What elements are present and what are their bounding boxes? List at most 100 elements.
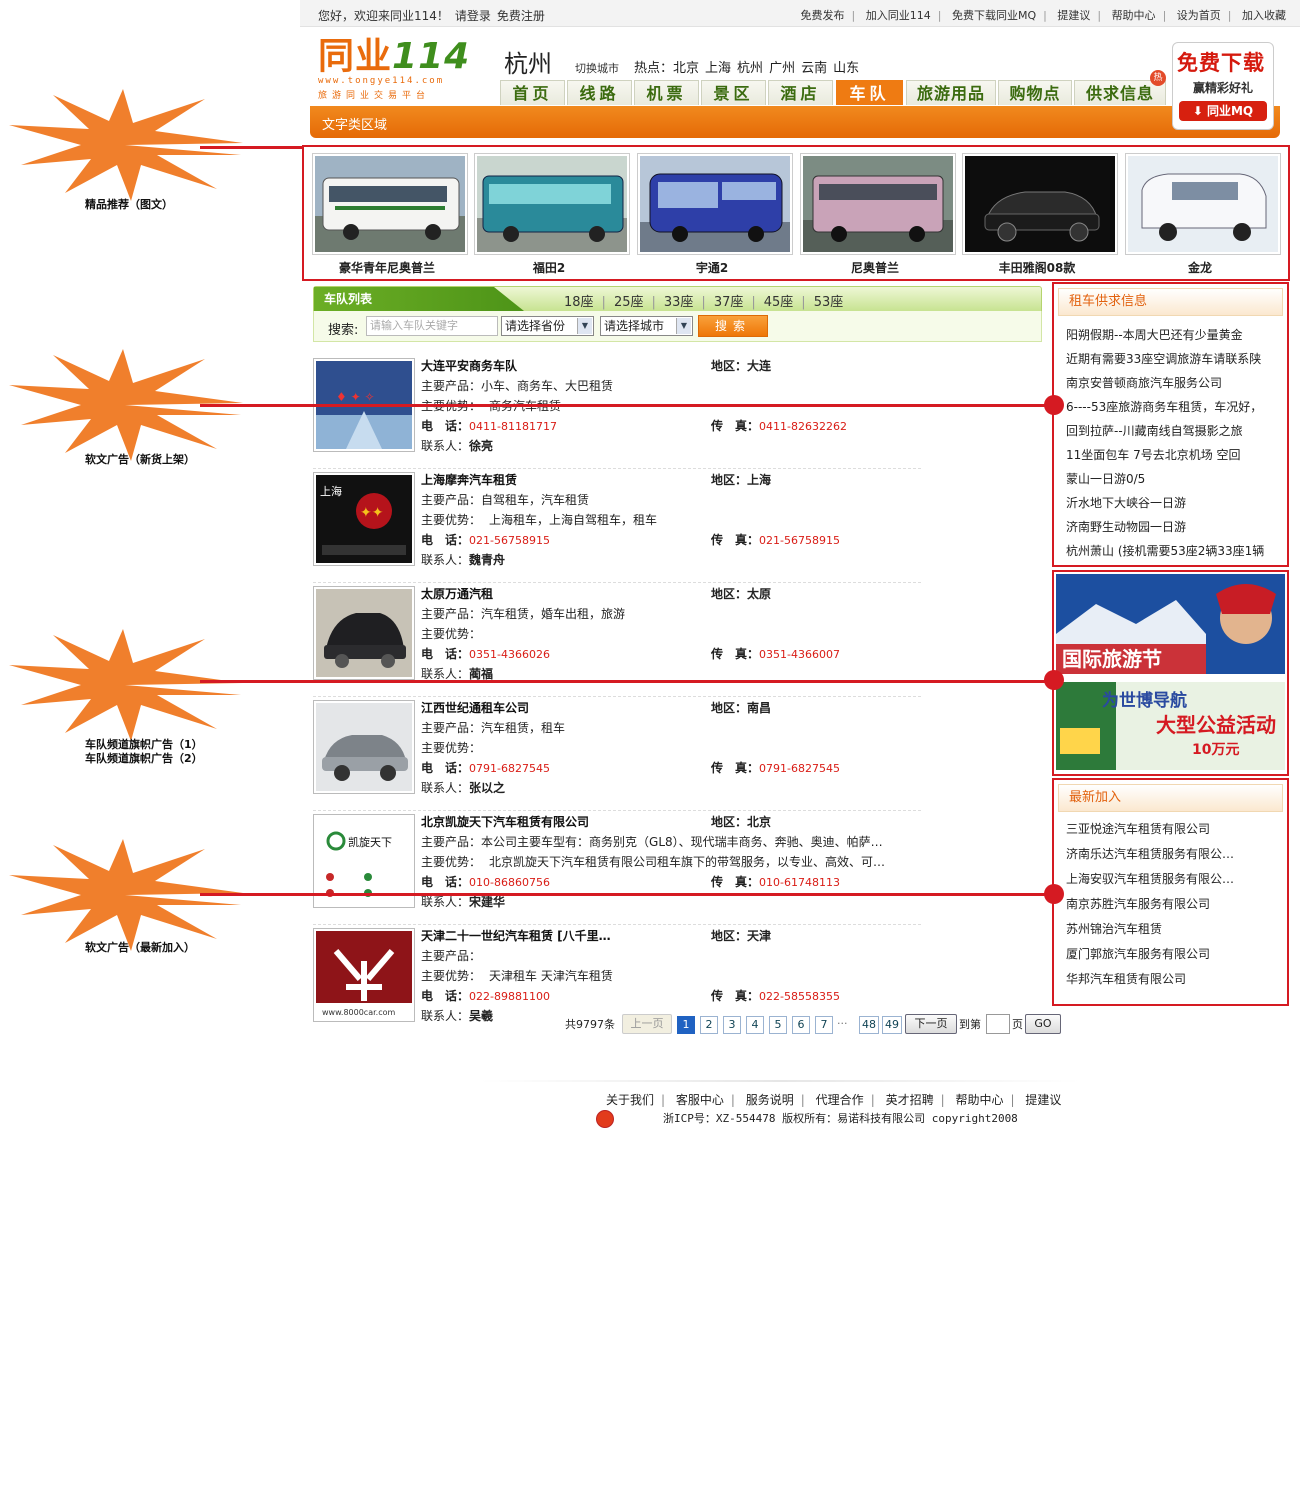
- featured-item[interactable]: [637, 153, 793, 255]
- login-link[interactable]: 请登录: [455, 9, 491, 23]
- featured-item[interactable]: [312, 153, 468, 255]
- go-button[interactable]: GO: [1025, 1014, 1061, 1034]
- supply-item[interactable]: 6----53座旅游商务车租赁，车况好，: [1066, 398, 1262, 415]
- listing-thumbnail[interactable]: [313, 700, 415, 794]
- listing-thumbnail[interactable]: 上海 ✦✦: [313, 472, 415, 566]
- top-link-download-mq[interactable]: 免费下载同业MQ: [952, 9, 1036, 22]
- top-link-suggest[interactable]: 提建议: [1057, 9, 1090, 22]
- page-2[interactable]: 2: [700, 1016, 718, 1034]
- page-7[interactable]: 7: [815, 1016, 833, 1034]
- page-49[interactable]: 49: [882, 1016, 902, 1034]
- newest-item[interactable]: 华邦汽车租赁有限公司: [1066, 970, 1186, 987]
- goto-page-input[interactable]: [986, 1014, 1010, 1034]
- nav-tab-travel-goods[interactable]: 旅游用品: [906, 80, 996, 105]
- supply-item[interactable]: 阳朔假期--本周大巴还有少量黄金: [1066, 326, 1243, 343]
- footer-link-service[interactable]: 客服中心: [676, 1093, 724, 1107]
- page-1[interactable]: 1: [677, 1016, 695, 1034]
- hot-city-yunnan[interactable]: 云南: [801, 61, 827, 76]
- top-link-favorite[interactable]: 加入收藏: [1242, 9, 1286, 22]
- nav-tab-routes[interactable]: 线路: [567, 80, 632, 105]
- site-logo[interactable]: 同业114 www.tongye114.com 旅游同业交易平台: [318, 38, 488, 104]
- city-select[interactable]: 请选择城市 ▼: [600, 316, 693, 336]
- banner-ad-1[interactable]: 国际旅游节: [1056, 574, 1285, 674]
- supply-item[interactable]: 南京安普顿商旅汽车服务公司: [1066, 374, 1222, 391]
- banner-ad-2[interactable]: 为世博导航 大型公益活动 10万元: [1056, 682, 1285, 770]
- hot-city-guangzhou[interactable]: 广州: [769, 61, 795, 76]
- prev-page-button[interactable]: 上一页: [622, 1014, 672, 1034]
- listing-name[interactable]: 北京凯旋天下汽车租赁有限公司: [421, 812, 589, 832]
- supply-item[interactable]: 11坐面包车 7号去北京机场 空回: [1066, 446, 1241, 463]
- nav-tab-hotels[interactable]: 酒店: [768, 80, 833, 105]
- seat-filter-53[interactable]: 53座: [814, 295, 844, 310]
- newest-item[interactable]: 三亚悦途汽车租赁有限公司: [1066, 820, 1210, 837]
- supply-item[interactable]: 济南野生动物园一日游: [1066, 518, 1186, 535]
- search-input[interactable]: 请输入车队关键字: [366, 316, 498, 336]
- van-photo: [1128, 156, 1278, 252]
- footer-link-description[interactable]: 服务说明: [746, 1093, 794, 1107]
- listing-product: 主要产品：本公司主要车型有：商务别克（GL8）、现代瑞丰商务、奔驰、奥迪、帕萨…: [421, 835, 883, 849]
- top-link-homepage[interactable]: 设为首页: [1177, 9, 1221, 22]
- seat-filter-45[interactable]: 45座: [764, 295, 794, 310]
- page-6[interactable]: 6: [792, 1016, 810, 1034]
- listing-thumbnail[interactable]: [313, 586, 415, 680]
- province-select[interactable]: 请选择省份 ▼: [501, 316, 594, 336]
- supply-item[interactable]: 蒙山一日游0/5: [1066, 470, 1145, 487]
- listing-fax: 传 真：022-58558355: [711, 989, 840, 1003]
- supply-item[interactable]: 回到拉萨--川藏南线自驾摄影之旅: [1066, 422, 1243, 439]
- footer-link-jobs[interactable]: 英才招聘: [886, 1093, 934, 1107]
- register-link[interactable]: 免费注册: [497, 9, 545, 23]
- newest-item[interactable]: 厦门郭旅汽车服务有限公司: [1066, 945, 1210, 962]
- next-page-button[interactable]: 下一页: [905, 1014, 957, 1034]
- nav-tab-fleet[interactable]: 车队: [836, 80, 903, 105]
- footer-link-agency[interactable]: 代理合作: [816, 1093, 864, 1107]
- supply-item[interactable]: 杭州萧山 (接机需要53座2辆33座1辆: [1066, 542, 1264, 559]
- newest-item[interactable]: 苏州锦治汽车租赁: [1066, 920, 1162, 937]
- featured-label: 豪华青年尼奥普兰: [338, 261, 435, 275]
- nav-tab-scenic[interactable]: 景区: [701, 80, 766, 105]
- nav-tab-flights[interactable]: 机票: [634, 80, 699, 105]
- seat-filter-33[interactable]: 33座: [664, 295, 694, 310]
- listing-thumbnail[interactable]: www.8000car.com: [313, 928, 415, 1022]
- hot-city-shanghai[interactable]: 上海: [705, 61, 731, 76]
- listing-name[interactable]: 大连平安商务车队: [421, 356, 517, 376]
- footer-link-help[interactable]: 帮助中心: [955, 1093, 1003, 1107]
- hot-city-shandong[interactable]: 山东: [833, 61, 859, 76]
- footer-link-suggest[interactable]: 提建议: [1025, 1093, 1061, 1107]
- newest-item[interactable]: 济南乐达汽车租赁服务有限公…: [1066, 845, 1234, 862]
- page-4[interactable]: 4: [746, 1016, 764, 1034]
- featured-item[interactable]: [962, 153, 1118, 255]
- hot-city-hangzhou[interactable]: 杭州: [737, 61, 763, 76]
- switch-city-link[interactable]: 切换城市: [575, 60, 619, 76]
- featured-item[interactable]: [800, 153, 956, 255]
- top-link-help[interactable]: 帮助中心: [1112, 9, 1156, 22]
- page-3[interactable]: 3: [723, 1016, 741, 1034]
- listing-name[interactable]: 天津二十一世纪汽车租赁 [八千里…: [421, 926, 611, 946]
- top-link-publish[interactable]: 免费发布: [801, 9, 845, 22]
- supply-item[interactable]: 沂水地下大峡谷一日游: [1066, 494, 1186, 511]
- seat-filter-25[interactable]: 25座: [614, 295, 644, 310]
- newest-item[interactable]: 上海安驭汽车租赁服务有限公…: [1066, 870, 1234, 887]
- nav-tab-shopping[interactable]: 购物点: [998, 80, 1072, 105]
- nav-tab-home[interactable]: 首页: [500, 80, 565, 105]
- seat-filter-37[interactable]: 37座: [714, 295, 744, 310]
- mq-download-ad[interactable]: 免费下载 赢精彩好礼 ⬇ 同业MQ: [1172, 42, 1274, 130]
- page-5[interactable]: 5: [769, 1016, 787, 1034]
- featured-item[interactable]: [1125, 153, 1281, 255]
- top-link-join[interactable]: 加入同业114: [866, 9, 931, 22]
- listing-region: 地区：太原: [711, 587, 772, 601]
- annotation-line: [200, 146, 304, 149]
- hot-city-beijing[interactable]: 北京: [673, 61, 699, 76]
- listing-fax: 传 真：0791-6827545: [711, 761, 840, 775]
- annotation-banner-1: 车队频道旗帜广告（1）: [85, 738, 203, 751]
- footer-link-about[interactable]: 关于我们: [606, 1093, 654, 1107]
- listing-name[interactable]: 上海摩奔汽车租赁: [421, 470, 517, 490]
- supply-item[interactable]: 近期有需要33座空调旅游车请联系陕: [1066, 350, 1261, 367]
- listing-phone: 电 话：010-86860756: [421, 875, 550, 889]
- newest-item[interactable]: 南京苏胜汽车服务有限公司: [1066, 895, 1210, 912]
- featured-item[interactable]: [474, 153, 630, 255]
- seat-filter-18[interactable]: 18座: [564, 295, 594, 310]
- search-button[interactable]: 搜索: [698, 315, 768, 337]
- listing-name[interactable]: 江西世纪通租车公司: [421, 698, 529, 718]
- page-48[interactable]: 48: [859, 1016, 879, 1034]
- listing-name[interactable]: 太原万通汽租: [421, 584, 493, 604]
